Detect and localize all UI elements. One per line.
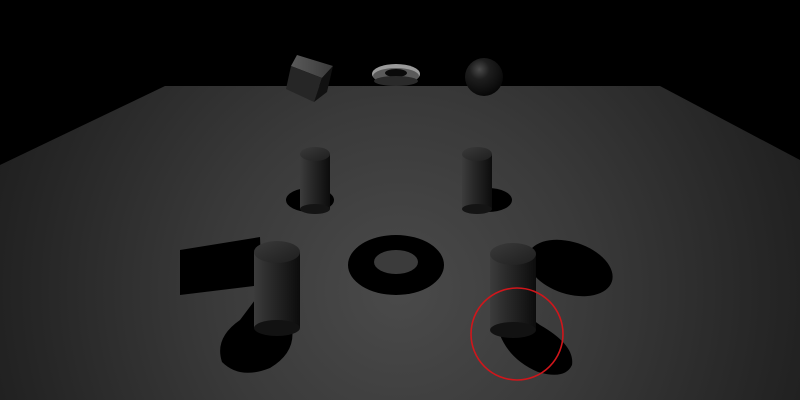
torus-shadow-hole bbox=[374, 250, 418, 274]
cylinder[interactable] bbox=[254, 241, 300, 336]
cylinder[interactable] bbox=[462, 147, 492, 214]
3d-scene-viewport[interactable] bbox=[0, 0, 800, 400]
torus[interactable] bbox=[372, 64, 420, 86]
cylinder[interactable] bbox=[300, 147, 330, 214]
sphere[interactable] bbox=[465, 58, 503, 96]
cylinder[interactable] bbox=[490, 243, 536, 338]
